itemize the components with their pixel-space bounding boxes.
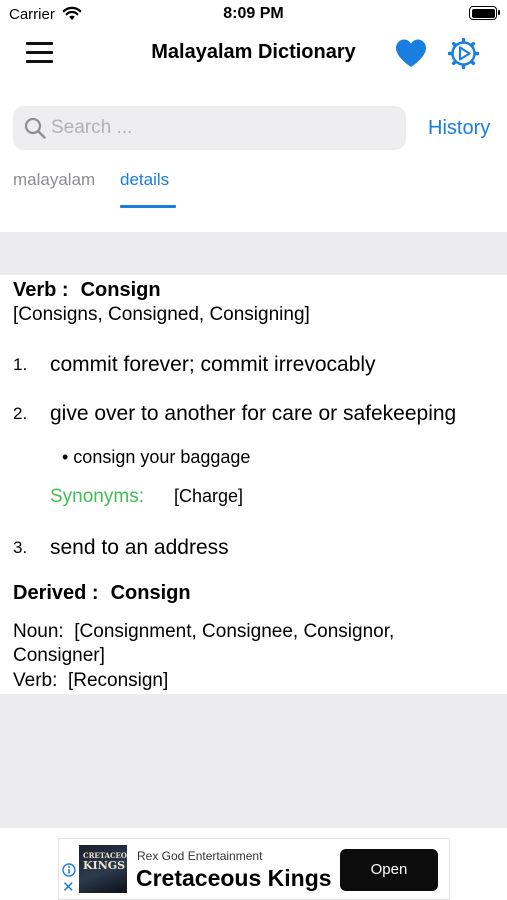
heart-icon[interactable] <box>394 38 428 68</box>
pos-label: Verb : <box>13 279 69 301</box>
ad-app-icon[interactable]: CRETACEOUSKINGS <box>79 845 127 893</box>
derived-heading: Derived : Consign <box>13 582 191 605</box>
derived-pos: Verb: <box>13 670 58 691</box>
history-button[interactable]: History <box>428 117 490 140</box>
status-bar: Carrier 8:09 PM <box>0 0 507 28</box>
ad-advertiser: Rex God Entertainment <box>137 849 263 863</box>
derived-pos: Noun: <box>13 621 64 642</box>
ad-app-icon-text: CRETACEOUSKINGS <box>83 851 127 872</box>
definition-panel: Verb : Consign [Consigns, Consigned, Cons… <box>0 275 507 694</box>
search-input[interactable] <box>51 112 391 144</box>
gear-icon[interactable] <box>447 37 480 70</box>
definition-number: 2. <box>13 404 28 423</box>
definition-number: 3. <box>13 538 28 557</box>
status-time: 8:09 PM <box>223 5 284 22</box>
synonyms-label: Synonyms: <box>50 486 144 507</box>
derived-word: Consign <box>110 582 191 604</box>
tab-details[interactable]: details <box>120 170 169 190</box>
empty-area <box>0 694 507 828</box>
synonyms-list: [Charge] <box>174 486 244 506</box>
search-bar[interactable] <box>13 106 406 150</box>
tab-selected-indicator <box>120 205 176 208</box>
ad-open-button[interactable]: Open <box>340 849 438 891</box>
definition-text: send to an address <box>50 536 229 559</box>
example-sentence: • consign your baggage <box>62 447 251 467</box>
definition-text: give over to another for care or safekee… <box>50 402 457 425</box>
separator-band <box>0 232 507 275</box>
derived-noun-line: Noun: [Consignment, Consignee, Consignor… <box>13 620 483 668</box>
battery-icon <box>469 6 500 20</box>
definition-text: commit forever; commit irrevocably <box>50 353 376 376</box>
info-icon[interactable] <box>62 863 76 877</box>
definition-number: 1. <box>13 355 28 374</box>
tab-malayalam[interactable]: malayalam <box>13 170 95 190</box>
derived-words: [Consignment, Consignee, Consignor, Cons… <box>13 621 395 666</box>
page-title: Malayalam Dictionary <box>151 41 356 63</box>
derived-verb-line: Verb: [Reconsign] <box>13 669 483 693</box>
search-icon <box>24 117 46 139</box>
derived-label: Derived : <box>13 582 99 604</box>
nav-bar: Malayalam Dictionary <box>0 28 507 78</box>
ad-banner[interactable]: ✕ CRETACEOUSKINGS Rex God Entertainment … <box>58 838 450 900</box>
word-forms: [Consigns, Consigned, Consigning] <box>13 304 310 325</box>
pos-heading: Verb : Consign <box>13 279 161 302</box>
headword: Consign <box>80 279 161 301</box>
derived-words: [Reconsign] <box>67 670 169 691</box>
close-icon[interactable]: ✕ <box>62 880 76 895</box>
ad-title[interactable]: Cretaceous Kings <box>136 865 332 892</box>
